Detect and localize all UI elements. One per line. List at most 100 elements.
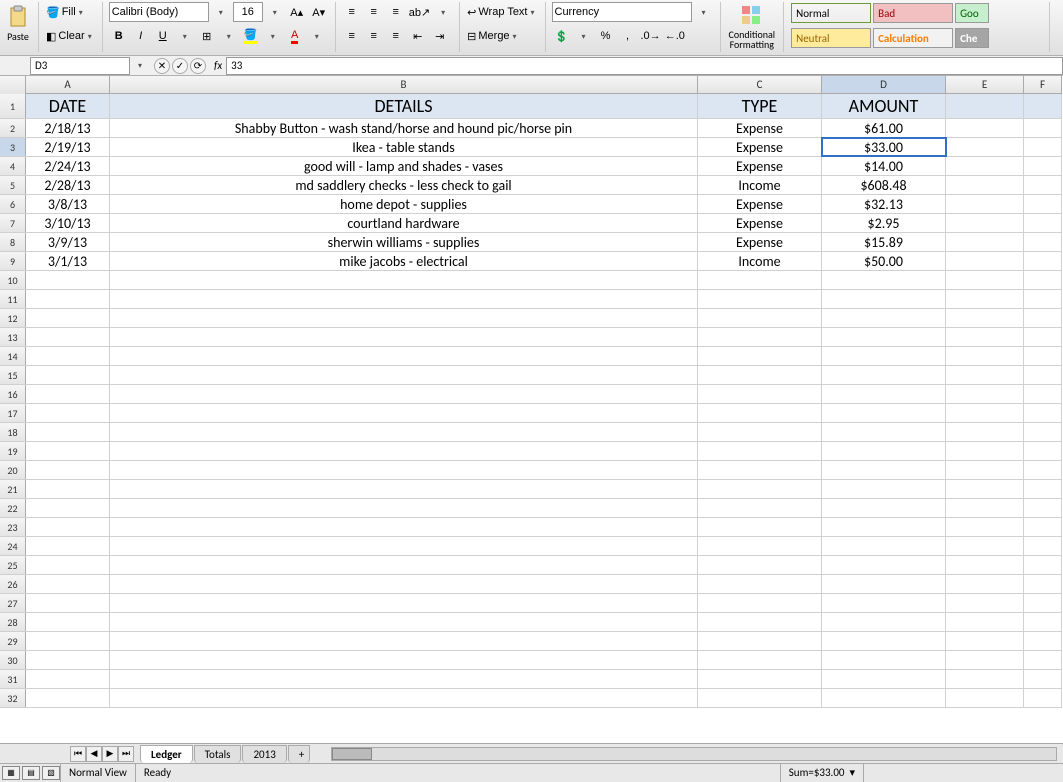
wrap-text-button[interactable]: ↩Wrap Text▾ <box>466 2 538 22</box>
select-all-corner[interactable] <box>0 76 26 94</box>
cell-a8[interactable]: 3/9/13 <box>26 233 110 251</box>
cell-a26[interactable] <box>26 575 110 593</box>
cell-f13[interactable] <box>1024 328 1062 346</box>
cell-d6[interactable]: $32.13 <box>822 195 946 213</box>
cell-c6[interactable]: Expense <box>698 195 822 213</box>
borders-dropdown[interactable]: ▾ <box>219 26 239 46</box>
cell-f16[interactable] <box>1024 385 1062 403</box>
tab-prev-button[interactable]: ◀ <box>86 746 102 762</box>
cell-d28[interactable] <box>822 613 946 631</box>
row-header-6[interactable]: 6 <box>0 195 26 213</box>
cell-f1[interactable] <box>1024 94 1062 118</box>
cell-b21[interactable] <box>110 480 698 498</box>
tab-last-button[interactable]: ⏭ <box>118 746 134 762</box>
name-box-dropdown[interactable]: ▾ <box>130 56 150 76</box>
paste-button[interactable]: Paste <box>4 2 32 45</box>
cell-b17[interactable] <box>110 404 698 422</box>
cell-d19[interactable] <box>822 442 946 460</box>
decrease-font-button[interactable]: A▾ <box>309 2 329 22</box>
cell-d14[interactable] <box>822 347 946 365</box>
cell-b28[interactable] <box>110 613 698 631</box>
row-header-25[interactable]: 25 <box>0 556 26 574</box>
add-sheet-button[interactable]: + <box>288 745 310 763</box>
cell-b32[interactable] <box>110 689 698 707</box>
cell-d3[interactable]: $33.00 <box>822 138 946 156</box>
cell-f24[interactable] <box>1024 537 1062 555</box>
cell-f2[interactable] <box>1024 119 1062 137</box>
cell-d2[interactable]: $61.00 <box>822 119 946 137</box>
cell-b11[interactable] <box>110 290 698 308</box>
cell-f17[interactable] <box>1024 404 1062 422</box>
row-header-22[interactable]: 22 <box>0 499 26 517</box>
cell-f28[interactable] <box>1024 613 1062 631</box>
italic-button[interactable]: I <box>131 26 151 46</box>
row-header-21[interactable]: 21 <box>0 480 26 498</box>
cell-a22[interactable] <box>26 499 110 517</box>
cell-f25[interactable] <box>1024 556 1062 574</box>
row-header-30[interactable]: 30 <box>0 651 26 669</box>
cell-c23[interactable] <box>698 518 822 536</box>
cell-c12[interactable] <box>698 309 822 327</box>
cell-b24[interactable] <box>110 537 698 555</box>
cell-e31[interactable] <box>946 670 1024 688</box>
cell-f18[interactable] <box>1024 423 1062 441</box>
cell-a32[interactable] <box>26 689 110 707</box>
cell-e6[interactable] <box>946 195 1024 213</box>
cell-a20[interactable] <box>26 461 110 479</box>
row-header-15[interactable]: 15 <box>0 366 26 384</box>
cell-b26[interactable] <box>110 575 698 593</box>
cell-e5[interactable] <box>946 176 1024 194</box>
cell-d25[interactable] <box>822 556 946 574</box>
cell-f20[interactable] <box>1024 461 1062 479</box>
row-header-26[interactable]: 26 <box>0 575 26 593</box>
cell-f15[interactable] <box>1024 366 1062 384</box>
increase-indent-button[interactable]: ⇥ <box>430 26 450 46</box>
cell-f7[interactable] <box>1024 214 1062 232</box>
cell-e25[interactable] <box>946 556 1024 574</box>
cell-c15[interactable] <box>698 366 822 384</box>
cell-c17[interactable] <box>698 404 822 422</box>
decrease-decimal-button[interactable]: ←.0 <box>664 26 686 46</box>
sheet-tab-ledger[interactable]: Ledger <box>140 745 193 763</box>
increase-decimal-button[interactable]: .0→ <box>640 26 662 46</box>
align-middle-button[interactable]: ≡ <box>364 2 384 22</box>
cell-f8[interactable] <box>1024 233 1062 251</box>
cell-e20[interactable] <box>946 461 1024 479</box>
cell-b12[interactable] <box>110 309 698 327</box>
number-format-select[interactable] <box>552 2 692 22</box>
cell-c11[interactable] <box>698 290 822 308</box>
align-top-button[interactable]: ≡ <box>342 2 362 22</box>
cell-c29[interactable] <box>698 632 822 650</box>
cell-d15[interactable] <box>822 366 946 384</box>
cell-a9[interactable]: 3/1/13 <box>26 252 110 270</box>
row-header-4[interactable]: 4 <box>0 157 26 175</box>
cell-f12[interactable] <box>1024 309 1062 327</box>
cell-c13[interactable] <box>698 328 822 346</box>
cell-d8[interactable]: $15.89 <box>822 233 946 251</box>
cell-c5[interactable]: Income <box>698 176 822 194</box>
cell-a27[interactable] <box>26 594 110 612</box>
cell-d32[interactable] <box>822 689 946 707</box>
row-header-12[interactable]: 12 <box>0 309 26 327</box>
align-right-button[interactable]: ≡ <box>386 26 406 46</box>
cell-d20[interactable] <box>822 461 946 479</box>
sheet-tab-totals[interactable]: Totals <box>194 745 242 763</box>
sheet-tab-2013[interactable]: 2013 <box>242 745 286 763</box>
cell-a1[interactable]: DATE <box>26 94 110 118</box>
style-neutral[interactable]: Neutral <box>791 28 871 48</box>
cell-c10[interactable] <box>698 271 822 289</box>
row-header-32[interactable]: 32 <box>0 689 26 707</box>
cell-c18[interactable] <box>698 423 822 441</box>
cell-c14[interactable] <box>698 347 822 365</box>
cell-f21[interactable] <box>1024 480 1062 498</box>
cell-a28[interactable] <box>26 613 110 631</box>
cell-e1[interactable] <box>946 94 1024 118</box>
cell-d26[interactable] <box>822 575 946 593</box>
borders-button[interactable]: ⊞ <box>197 26 217 46</box>
col-header-c[interactable]: C <box>698 76 822 93</box>
row-header-7[interactable]: 7 <box>0 214 26 232</box>
cell-a29[interactable] <box>26 632 110 650</box>
cell-c16[interactable] <box>698 385 822 403</box>
cell-e8[interactable] <box>946 233 1024 251</box>
cell-c26[interactable] <box>698 575 822 593</box>
